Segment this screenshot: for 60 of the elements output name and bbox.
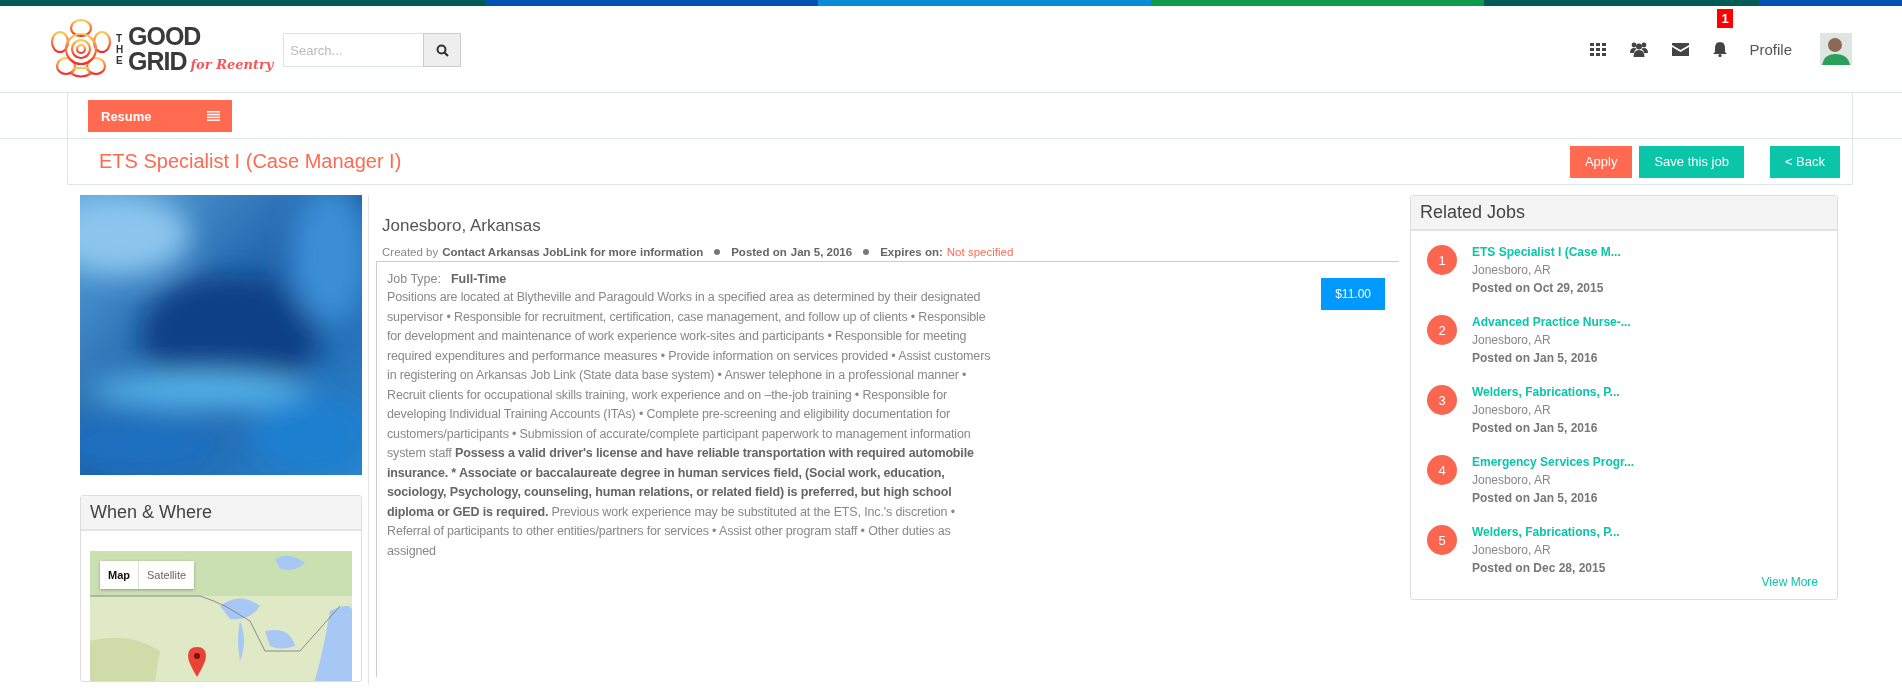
mail-icon[interactable] [1672,42,1690,56]
job-title: ETS Specialist I (Case Manager I) [99,150,402,173]
job-link[interactable]: Welders, Fabrications, P... [1472,525,1620,539]
apps-grid-icon[interactable] [1590,42,1607,56]
map-type-tab[interactable]: Map [100,561,139,589]
salary-badge: $11.00 [1321,278,1385,310]
number-badge: 2 [1427,315,1457,345]
resume-button[interactable]: Resume [88,100,232,132]
job-link[interactable]: Emergency Services Progr... [1472,455,1635,469]
meta-label: Created by [382,246,439,258]
meta-label: Posted on [731,246,787,258]
menu-icon [207,111,220,121]
separator-dot-icon [863,249,870,255]
logo-text: THE [116,32,125,66]
meta-value: Contact Arkansas JobLink for more information [442,246,704,258]
job-link[interactable]: Advanced Practice Nurse-... [1472,315,1631,329]
job-link[interactable]: Welders, Fabrications, P... [1472,385,1620,399]
bell-icon[interactable] [1713,41,1728,57]
posted-date: Posted on Dec 28, 2015 [1472,561,1607,575]
panel-title: When & Where [90,502,213,523]
posted-date: Posted on Oct 29, 2015 [1472,281,1605,295]
panel-title: Related Jobs [1420,202,1526,223]
action-button[interactable]: < Back [1769,145,1840,178]
profile-link[interactable]: Profile [1749,40,1792,58]
people-icon[interactable] [1630,41,1649,57]
logo-text: GOOD [128,24,202,49]
avatar[interactable] [1820,33,1852,65]
flower-logo-icon [48,18,114,80]
meta-label: Expires on: [880,246,943,258]
job-description: Positions are located at Blytheville and Paragould Works in a specified area as determined by their designated supervisor • Responsible for recruitment, certification, case management, and follow up of clients • Responsible for development and maintenance of work experience work-sites and participants • Responsible for meeting required expenditures and performance measures • Provide information on services provided • Assist customers in registering on Arkansas Job Link (State data base system) • Answer telephone in a professional manner • Recruit clients for occupational skills training, work experience and on –the-job training • Responsible for developing Individual Training Accounts (ITAs) • Complete pre-screening and eligibility documentation for customers/participants • Submission of accurate/complete participant paperwork to management information system staff Possess a valid driver's license and have reliable transportation with required automobile insurance. * Associate or baccalaureate degree in human services field, (Social work, education, sociology, Psychology, counseling, human relations, or related field) is preferred, but high school diploma or GED is required. Previous work experience may be substituted at the ETS, Inc.'s discretion • Referral of participants to other entities/partners for services • Assist other program staff • Other duties as assigned [387,289,992,560]
map-pin-icon [188,647,206,677]
job-location: Jonesboro, AR [1472,543,1552,557]
posted-date: Posted on Jan 5, 2016 [1472,421,1599,435]
job-type-value: Full-Time [451,272,507,286]
job-location: Jonesboro, AR [1472,333,1552,347]
posted-date: Posted on Jan 5, 2016 [1472,491,1599,505]
action-button[interactable]: Save this job [1639,145,1744,178]
job-location: Jonesboro, AR [1472,263,1552,277]
logo-tagline: for Reentry [190,57,274,72]
number-badge: 3 [1427,385,1457,415]
job-location: Jonesboro, AR [1472,473,1552,487]
action-button[interactable]: Apply [1569,145,1633,178]
search-field[interactable]: Search... [283,33,424,67]
separator-dot-icon [714,249,721,255]
map-type-tab[interactable]: Satellite [139,561,195,589]
view-more-link[interactable]: View More [1761,575,1818,589]
number-badge: 1 [1427,245,1457,275]
meta-value: Not specified [946,246,1014,258]
meta-value: Jan 5, 2016 [790,246,853,258]
number-badge: 5 [1427,525,1457,555]
posted-date: Posted on Jan 5, 2016 [1472,351,1599,365]
notification-badge: 1 [1717,9,1733,28]
job-type-label: Job Type: [387,272,441,286]
job-location: Jonesboro, AR [1472,403,1552,417]
logo-text: GRID [128,49,187,74]
search-button[interactable] [423,33,462,67]
number-badge: 4 [1427,455,1457,485]
job-location: Jonesboro, Arkansas [382,216,542,236]
search-icon [435,43,449,57]
job-link[interactable]: ETS Specialist I (Case M... [1472,245,1621,259]
